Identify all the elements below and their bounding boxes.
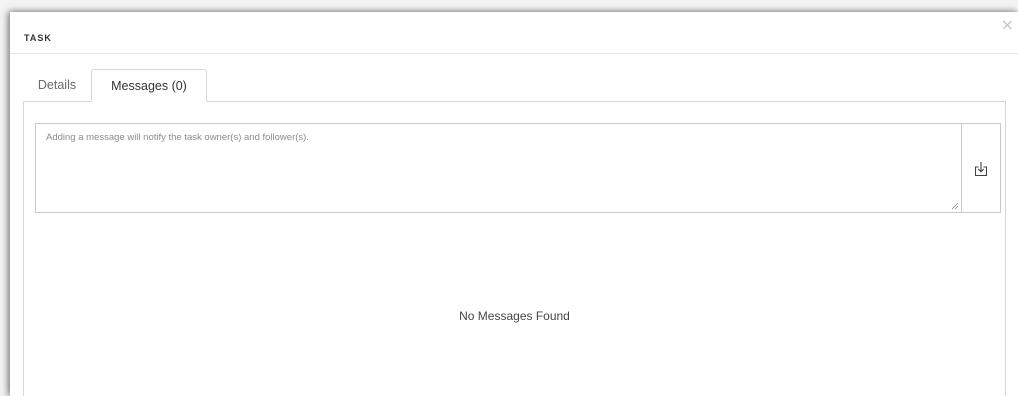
download-tray-icon: [974, 162, 988, 177]
message-input-container: [35, 123, 961, 213]
close-icon[interactable]: ×: [1001, 17, 1014, 33]
tab-messages[interactable]: Messages (0): [91, 69, 207, 102]
send-message-button[interactable]: [961, 123, 1001, 213]
tab-details[interactable]: Details: [23, 69, 91, 102]
modal-title: TASK: [24, 33, 52, 43]
modal-header: TASK ×: [10, 12, 1018, 54]
task-modal: TASK × Details Messages (0) No Messages …: [10, 12, 1018, 396]
empty-messages-text: No Messages Found: [459, 309, 570, 323]
messages-panel: No Messages Found: [23, 101, 1006, 396]
resize-handle-icon[interactable]: [951, 202, 959, 210]
tab-bar: Details Messages (0): [23, 69, 1005, 102]
message-input[interactable]: [36, 124, 961, 212]
